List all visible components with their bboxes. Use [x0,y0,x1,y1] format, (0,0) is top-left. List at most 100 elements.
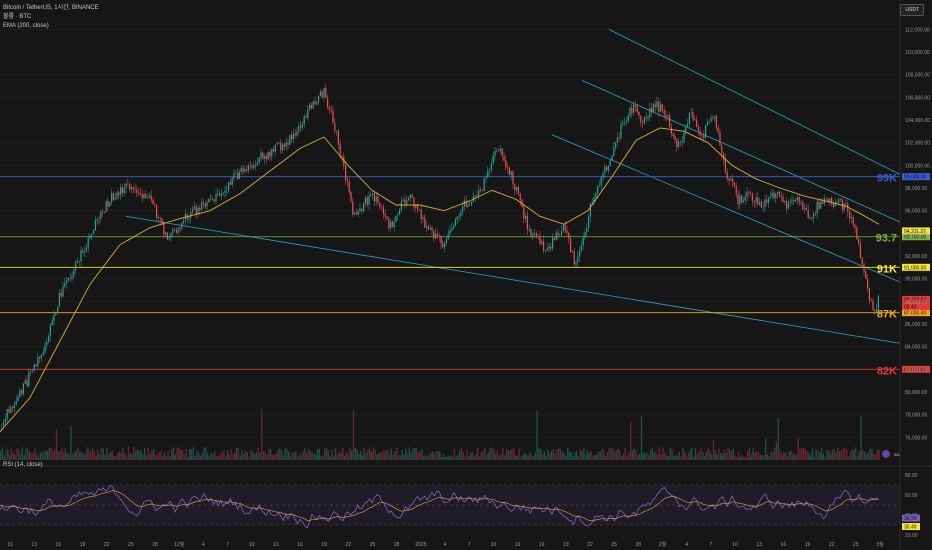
candle-body [226,189,228,191]
volume-bar [228,454,230,460]
candle-body [325,87,327,98]
volume-bar [509,450,511,460]
volume-bar [720,452,722,460]
candle-body [247,165,249,171]
volume-bar [165,455,167,460]
candle-body [769,196,771,198]
volume-bar [471,452,473,460]
volume-bar [876,450,878,460]
volume-bar [354,447,356,460]
volume-bar [599,451,601,460]
candle-body [699,130,701,136]
volume-bar [777,417,779,460]
volume-bar [295,451,297,460]
volume-bar [75,450,77,460]
candle-body [386,216,388,220]
candle-body [190,212,192,218]
candle-body [276,142,278,145]
volume-bar [754,452,756,460]
volume-bar [689,450,691,460]
volume-bar [489,448,491,460]
rsi-indicator-label[interactable]: RSI (14, close) [3,462,43,468]
x-tick-label: 10 [732,542,738,548]
volume-bar [468,456,470,460]
candle-body [75,262,77,270]
candle-body [462,205,464,212]
volume-bar [846,449,848,460]
candle-body [822,201,824,204]
volume-bar [685,456,688,460]
volume-bar [703,455,706,460]
volume-bar [324,448,326,460]
candle-body [739,195,741,205]
volume-bar [351,450,353,460]
symbol-title[interactable]: Bitcoin / TetherUS, 1시간, BINANCE [3,4,99,13]
volume-bar [504,455,506,460]
candle-body [382,207,384,214]
volume-bar [595,454,598,460]
volume-bar [259,452,261,460]
volume-bar [135,450,137,460]
volume-bar [230,449,232,460]
candle-body [393,221,395,227]
candle-body [98,218,100,220]
candle-body [836,202,838,203]
candle-body [757,197,759,205]
volume-bar [313,453,315,460]
candle-body [100,211,102,219]
volume-bar [640,416,643,460]
volume-bar [342,447,344,460]
candle-body [850,217,852,219]
volume-bar [122,447,124,460]
volume-bar [653,452,655,460]
candle-body [557,232,559,235]
candle-body [118,192,120,196]
currency-button[interactable]: USDT [900,4,924,16]
volume-bar [574,452,576,460]
chart[interactable]: 566 99K 99,000.0093.7 93,700.0091K 91,000.0… [0,0,932,550]
volume-bar [743,456,745,460]
volume-bar [108,453,110,460]
volume-bar [360,450,362,460]
candle-body [825,198,827,200]
candle-body [750,192,752,194]
volume-bar [536,410,538,460]
volume-indicator-label[interactable]: 볼륨 · BTC [3,13,99,22]
candle-body [58,292,60,308]
candle-body [255,164,257,166]
candle-body [411,194,413,198]
candle-body [141,194,143,199]
volume-bar [806,450,808,460]
candle-body [33,364,35,372]
volume-bar [543,451,545,460]
volume-bar [565,455,567,460]
candle-body [643,117,645,124]
candle-body [771,192,773,197]
candle-body [535,233,537,236]
candle-body [179,227,181,229]
volume-bar [250,449,252,460]
volume-bar [835,452,837,460]
volume-bar [300,455,302,460]
candle-body [4,418,6,423]
candle-body [193,206,195,210]
candle-body [66,280,68,284]
volume-bar [369,447,371,460]
volume-bar [72,453,74,460]
chart-background [0,0,932,550]
volume-bar [711,454,713,460]
candle-body [697,126,699,131]
candle-body [512,171,514,185]
volume-bar [174,454,176,460]
candle-body [868,288,870,300]
volume-bar [604,455,607,460]
ema-indicator-label[interactable]: EMA (200, close) [3,22,99,31]
candle-body [753,200,755,203]
volume-bar [513,447,515,460]
volume-bar [511,448,513,460]
candle-body [658,101,660,112]
volume-bar [759,454,761,460]
volume-bar [577,456,580,460]
volume-bar [873,453,875,460]
volume-bar [333,455,335,460]
